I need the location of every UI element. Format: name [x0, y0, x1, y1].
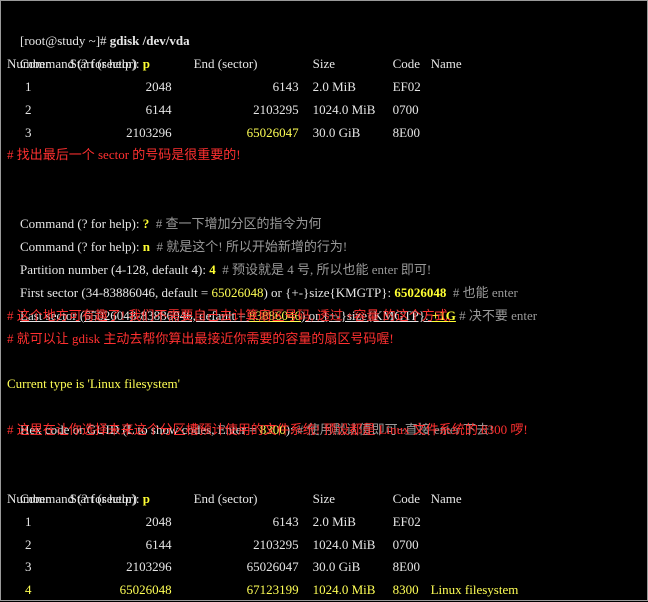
header-end: End (sector) [193, 55, 258, 71]
first-sector-prompt-post: ) or {+-}size{KMGTP}: [263, 284, 395, 300]
cell-size: 2.0 MiB [312, 513, 356, 529]
cell-start: 6144 [145, 536, 172, 552]
partition-table: Number Start (sector) End (sector) Size … [7, 53, 462, 145]
comment-capacity-1: # 这个地方可有趣了! 我们不需要自己去计算扇区号码, 透过 +容量 的这个方式… [7, 307, 451, 323]
gdisk-input: n [142, 238, 150, 254]
first-sector-input: 65026048 [394, 284, 447, 300]
cell-end-highlight: 65026047 [246, 124, 299, 140]
comment-new: # 就是这个! 所以开始新增的行为! [149, 238, 348, 254]
cell-number: 3 [25, 124, 32, 140]
cell-size: 1024.0 MiB [312, 101, 376, 117]
header-code: Code [392, 490, 421, 506]
header-name: Name [430, 490, 462, 506]
comment-last-sector: # 找出最后一个 sector 的号码是很重要的! [7, 147, 241, 163]
shell-command-line: [root@study ~]# gdisk /dev/vda [7, 7, 647, 48]
cell-start: 6144 [145, 101, 172, 117]
cell-number: 2 [25, 101, 32, 117]
cell-start: 2103296 [126, 124, 172, 140]
first-sector-prompt-pre: First sector (34-83886046, default = [20, 284, 212, 300]
terminal-window[interactable]: [root@study ~]# gdisk /dev/vda Command (… [0, 0, 648, 601]
partition-table-updated: Number Start (sector) End (sector) Size … [7, 488, 518, 602]
cell-number: 2 [25, 536, 32, 552]
cell-name [431, 99, 462, 122]
table-row: 3 2103296 65026047 30.0 GiB 8E00 [7, 122, 462, 145]
header-number: Number [7, 490, 50, 506]
cell-start: 2048 [145, 513, 172, 529]
cell-code: 8E00 [392, 124, 421, 140]
gdisk-input: p [142, 490, 150, 506]
header-number: Number [7, 55, 50, 71]
header-name: Name [430, 55, 462, 71]
cell-name [431, 511, 519, 534]
cell-end: 6143 [272, 78, 299, 94]
cell-end: 2103295 [253, 101, 299, 117]
comment-last-sector: # 决不要 enter [455, 307, 538, 323]
cell-size: 1024.0 MiB [312, 582, 376, 598]
current-type-line: Current type is 'Linux filesystem' [7, 376, 180, 392]
comment-partition-number: # 预设就是 4 号, 所以也能 enter 即可! [215, 261, 432, 277]
cell-name [431, 534, 519, 557]
hex-code-line: Hex code or GUID (L to show codes, Enter… [7, 396, 647, 437]
cell-start: 2103296 [126, 559, 172, 575]
cell-size: 30.0 GiB [312, 559, 361, 575]
gdisk-help-line: Command (? for help): ? # 查一下增加分区的指令为何 [7, 190, 647, 231]
cell-number: 4 [25, 582, 32, 598]
cell-code: 8300 [392, 582, 419, 598]
gdisk-print-line: Command (? for help): p [7, 465, 647, 506]
cell-code: 0700 [392, 101, 419, 117]
cell-name: Linux filesystem [430, 582, 519, 598]
comment-first-sector: # 也能 enter [446, 284, 518, 300]
header-size: Size [312, 55, 335, 71]
cell-size: 2.0 MiB [312, 78, 356, 94]
gdisk-prompt: Command (? for help): [20, 216, 143, 232]
table-row: 3 2103296 65026047 30.0 GiB 8E00 [7, 556, 518, 579]
cell-name [431, 122, 462, 145]
cell-end: 6143 [272, 513, 299, 529]
cell-size: 30.0 GiB [312, 124, 361, 140]
shell-prompt: [root@study ~]# [20, 32, 110, 48]
cell-number: 3 [25, 559, 32, 575]
comment-help: # 查一下增加分区的指令为何 [149, 216, 322, 232]
cell-name [431, 556, 519, 579]
header-end: End (sector) [193, 490, 258, 506]
cell-code: EF02 [392, 513, 421, 529]
shell-command: gdisk /dev/vda [109, 32, 190, 48]
cell-code: EF02 [392, 78, 421, 94]
cell-start: 2048 [145, 78, 172, 94]
first-sector-default: 65026048 [211, 284, 264, 300]
cell-size: 1024.0 MiB [312, 536, 376, 552]
cell-start: 65026048 [119, 582, 172, 598]
table-row: 2 6144 2103295 1024.0 MiB 0700 [7, 534, 518, 557]
comment-capacity-2: # 就可以让 gdisk 主动去帮你算出最接近你需要的容量的扇区号码喔! [7, 330, 394, 346]
header-size: Size [312, 490, 335, 506]
cell-code: 0700 [392, 536, 419, 552]
gdisk-prompt: Command (? for help): [20, 238, 143, 254]
table-header-row: Number Start (sector) End (sector) Size … [7, 488, 518, 511]
comment-filesystem: # 这里在让你选择未来这个分区槽预计使用的文件系统! 预设都是 Linux 文件… [7, 422, 528, 438]
cell-end: 65026047 [246, 559, 299, 575]
cell-name [431, 76, 462, 99]
header-code: Code [392, 55, 421, 71]
cell-end: 67123199 [246, 582, 299, 598]
table-header-row: Number Start (sector) End (sector) Size … [7, 53, 462, 76]
gdisk-input: p [142, 55, 150, 71]
cell-end: 2103295 [253, 536, 299, 552]
table-row: 2 6144 2103295 1024.0 MiB 0700 [7, 99, 462, 122]
table-row-new-partition: 4 65026048 67123199 1024.0 MiB 8300 Linu… [7, 579, 518, 602]
table-row: 1 2048 6143 2.0 MiB EF02 [7, 511, 518, 534]
cell-code: 8E00 [392, 559, 421, 575]
partition-number-prompt: Partition number (4-128, default 4): [20, 261, 210, 277]
table-row: 1 2048 6143 2.0 MiB EF02 [7, 76, 462, 99]
